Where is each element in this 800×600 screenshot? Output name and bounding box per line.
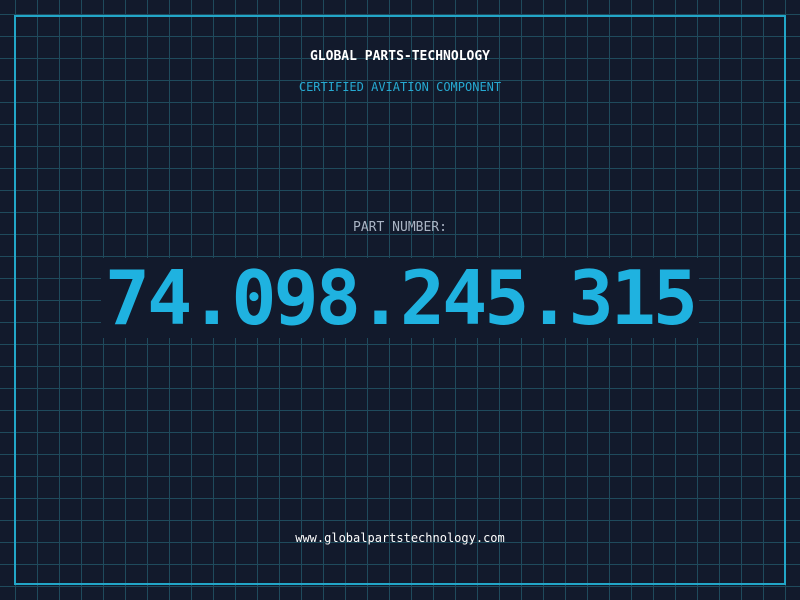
brand-title: GLOBAL PARTS-TECHNOLOGY (309, 49, 490, 64)
part-number-value: 74.098.245.315 (100, 258, 700, 338)
part-card: GLOBAL PARTS-TECHNOLOGY CERTIFIED AVIATI… (0, 0, 800, 600)
website-url[interactable]: www.globalpartstechnology.com (0, 531, 800, 545)
part-number-label: PART NUMBER: (353, 220, 447, 235)
part-number-container: 74.098.245.315 (0, 258, 800, 338)
certification-subtitle: CERTIFIED AVIATION COMPONENT (298, 80, 502, 94)
